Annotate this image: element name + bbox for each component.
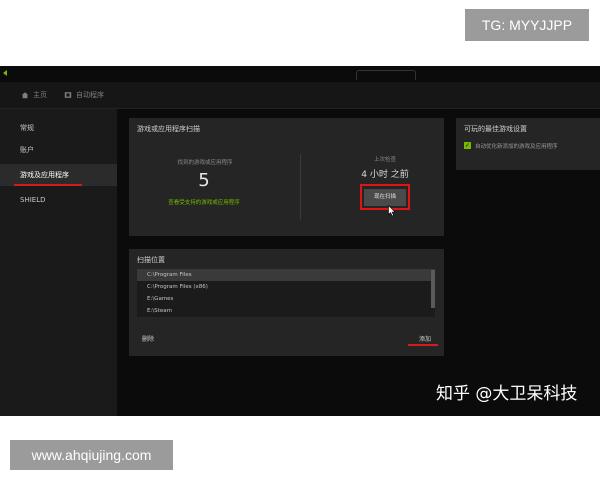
add-button[interactable]: 添加 (419, 334, 431, 343)
last-scan-value: 4 小时 之前 (361, 170, 409, 180)
list-item[interactable]: E:\Steam (137, 305, 435, 317)
last-scan-label: 上次检查 (373, 157, 396, 163)
supported-games-link[interactable]: 查看受支持的游戏或应用程序 (164, 198, 244, 206)
top-nav: 主页 自动程序 (0, 82, 600, 109)
scan-panel-title: 游戏或应用程序扫描 (137, 125, 200, 133)
sidebar-item-label: SHIELD (20, 196, 46, 204)
location-path: E:\Games (147, 296, 174, 302)
red-underline-annotation (408, 344, 438, 346)
sidebar-item-label: 账户 (20, 146, 34, 154)
nav-home[interactable]: 主页 (21, 89, 47, 101)
back-arrow-icon[interactable] (3, 70, 7, 76)
sidebar-item-shield[interactable]: SHIELD (0, 189, 117, 211)
list-item[interactable]: C:\Program Files (137, 269, 435, 281)
auto-optimize-checkbox[interactable]: ✓ (464, 142, 471, 149)
mouse-cursor-icon (388, 205, 396, 217)
scan-location-title: 扫描位置 (137, 256, 165, 264)
sidebar-item-games-apps[interactable]: 游戏及应用程序 (0, 164, 117, 186)
nav-autostart[interactable]: 自动程序 (64, 89, 104, 101)
location-path: E:\Steam (147, 308, 172, 314)
found-label: 找到的游戏或应用程序 (177, 160, 233, 166)
list-item[interactable]: E:\Games (137, 293, 435, 305)
list-item[interactable]: C:\Program Files (x86) (137, 281, 435, 293)
checkmark-icon: ✓ (464, 142, 471, 149)
film-icon (64, 92, 72, 98)
scan-location-list: C:\Program Files C:\Program Files (x86) … (137, 269, 435, 317)
red-box-annotation (360, 184, 410, 210)
delete-button[interactable]: 删除 (142, 334, 154, 343)
sidebar-item-label: 常规 (20, 124, 34, 132)
url-badge: www.ahqiujing.com (10, 440, 173, 470)
list-scrollbar[interactable] (431, 270, 435, 308)
location-path: C:\Program Files (x86) (147, 284, 208, 290)
title-bar (0, 66, 600, 82)
sidebar-item-general[interactable]: 常规 (0, 117, 117, 139)
watermark: 知乎 @大卫呆科技 (436, 384, 578, 404)
tg-badge: TG: MYYJJPP (465, 9, 589, 41)
sidebar-item-label: 游戏及应用程序 (20, 171, 69, 179)
sidebar-item-account[interactable]: 账户 (0, 139, 117, 161)
auto-optimize-label: 自动优化新添加的游戏及应用程序 (475, 144, 558, 150)
found-count: 5 (198, 170, 210, 191)
location-path: C:\Program Files (147, 272, 192, 278)
home-icon (21, 92, 29, 99)
red-underline-annotation (14, 184, 82, 186)
panel-divider (300, 154, 301, 220)
optimal-settings-title: 可玩的最佳游戏设置 (464, 125, 527, 133)
settings-sidebar: 常规 账户 游戏及应用程序 SHIELD (0, 109, 117, 416)
nav-autostart-label: 自动程序 (76, 91, 104, 99)
nav-home-label: 主页 (33, 91, 47, 99)
brand-logo (356, 70, 416, 80)
